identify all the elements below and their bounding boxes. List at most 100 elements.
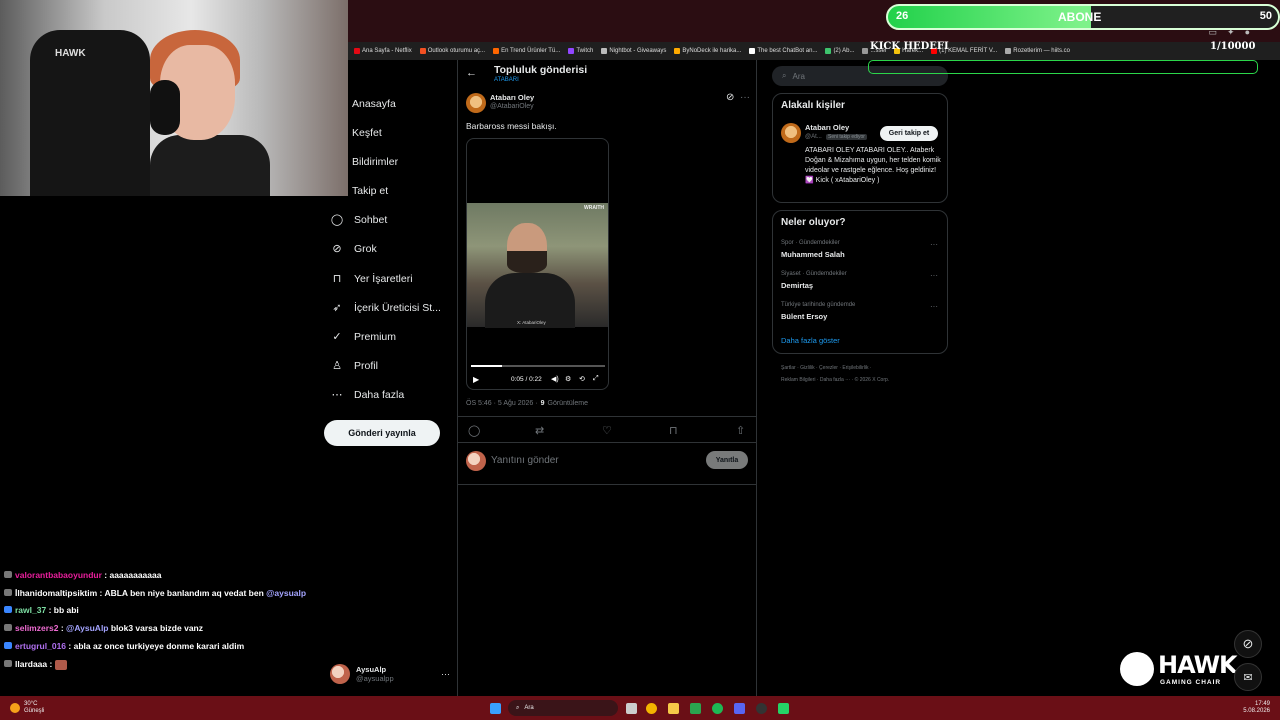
trend-name[interactable]: Bülent Ersoy xyxy=(781,312,827,321)
divider xyxy=(458,442,756,443)
sidebar-item-bookmark[interactable]: ⊓ Yer İşaretleri xyxy=(330,264,413,293)
sidebar-item-label: Keşfet xyxy=(352,126,382,139)
kick-goal-value: 1/10000 xyxy=(1210,41,1256,52)
community-name[interactable]: ATABARI xyxy=(494,77,519,83)
trend-more-icon[interactable]: ··· xyxy=(930,302,938,311)
obs-icon[interactable] xyxy=(756,702,767,714)
retweet-icon[interactable]: ⇄ xyxy=(535,424,544,437)
settings-icon[interactable]: ⚙ xyxy=(565,375,571,383)
reply-icon[interactable]: ◯ xyxy=(468,424,480,437)
chat-username[interactable]: llardaaa xyxy=(15,659,47,669)
volume-icon[interactable]: ◀) xyxy=(551,375,559,383)
bookmark-label: Nightbot - Giveaways xyxy=(609,48,667,54)
bookmark-favicon-icon xyxy=(419,48,426,54)
sub-goal-label: ABONE xyxy=(1058,10,1102,24)
chat-message: ertugrul_016 : abla az once turkiyeye do… xyxy=(4,641,244,651)
sidebar-item-premium[interactable]: ✓ Premium xyxy=(330,322,396,351)
trend-category: Siyaset · Gündemdekiler xyxy=(781,271,847,277)
account-handle: @aysualpp xyxy=(356,674,394,683)
sidebar-item-rocket[interactable]: ➶ İçerik Üreticisi St... xyxy=(330,293,441,322)
home-icon xyxy=(330,97,344,111)
sidebar-item-more[interactable]: ⋯ Daha fazla xyxy=(330,380,405,409)
chat-mention[interactable]: @aysualp xyxy=(266,588,306,598)
bookmark-item[interactable]: Nightbot - Giveaways xyxy=(601,48,666,54)
trend-more-icon[interactable]: ··· xyxy=(930,271,938,280)
chat-username[interactable]: ertugrul_016 xyxy=(15,641,66,651)
sidebar-item-home[interactable]: Anasayfa xyxy=(330,89,396,118)
store-icon[interactable] xyxy=(690,702,701,714)
view-label: Görüntüleme xyxy=(547,400,588,407)
sidebar-item-follow[interactable]: Takip et xyxy=(330,176,388,205)
taskbar-search-label: Ara xyxy=(524,705,534,711)
bookmark-icon: ⊓ xyxy=(332,273,342,285)
grok-icon[interactable]: ⊘ xyxy=(726,92,734,103)
fullscreen-icon[interactable]: ⤢ xyxy=(593,375,599,383)
like-icon[interactable]: ♡ xyxy=(602,424,612,437)
divider xyxy=(458,484,756,485)
clock[interactable]: 17:49 5.08.2026 xyxy=(1243,701,1270,715)
sidebar-item-explore[interactable]: Keşfet xyxy=(330,118,382,147)
trend-name[interactable]: Muhammed Salah xyxy=(781,250,845,259)
chat-username[interactable]: İlhanidomaltipsiktim xyxy=(15,588,97,598)
whatsapp-icon[interactable] xyxy=(778,702,789,714)
trend-name[interactable]: Demirtaş xyxy=(781,281,813,290)
more-options-icon[interactable]: ··· xyxy=(740,92,750,103)
sidebar-item-chat[interactable]: ◯ Sohbet xyxy=(330,205,387,234)
account-more-icon[interactable]: ··· xyxy=(441,669,450,679)
chat-username[interactable]: valorantbabaoyundur xyxy=(15,570,102,580)
related-title: Alakalı kişiler xyxy=(781,100,845,111)
grok-fab-icon[interactable]: ⊘ xyxy=(1234,630,1262,658)
messages-fab-icon[interactable]: ✉ xyxy=(1234,663,1262,691)
bookmark-label: En Trend Ürünler Tü... xyxy=(501,48,561,54)
bookmark-item[interactable]: ByNoDeck ile harika... xyxy=(674,48,741,54)
bookmark-item[interactable]: Rozetlerim — hiits.co xyxy=(1005,48,1070,54)
post-button[interactable]: Gönderi yayınla xyxy=(324,420,440,446)
chrome-icon[interactable] xyxy=(646,702,657,714)
account-switcher[interactable]: AysuAlp @aysualpp ··· xyxy=(330,662,450,686)
video-progress-bar[interactable] xyxy=(471,365,605,367)
bookmark-item[interactable]: (2) Ab... xyxy=(825,48,854,54)
spotify-icon[interactable] xyxy=(712,702,723,714)
bookmark-label: (2) Ab... xyxy=(833,48,855,54)
trend-more-icon[interactable]: ··· xyxy=(930,240,938,249)
bookmark-item[interactable]: Ana Sayfa - Netflix xyxy=(354,48,412,54)
related-name[interactable]: Atabarı Oley xyxy=(805,123,849,132)
chat-mention[interactable]: @AysuAlp xyxy=(66,623,108,633)
sidebar-item-label: Bildirimler xyxy=(352,155,399,168)
bookmark-item[interactable]: Twitch xyxy=(568,48,593,54)
chat-text: bb abi xyxy=(53,605,79,615)
reply-input[interactable]: Yanıtını gönder xyxy=(491,455,559,466)
chat-username[interactable]: rawl_37 xyxy=(15,605,46,615)
sidebar-item-grok[interactable]: ⊘ Grok xyxy=(330,234,376,263)
share-icon[interactable]: ⇧ xyxy=(736,424,745,437)
loop-icon[interactable]: ⟲ xyxy=(579,375,585,383)
weather-widget[interactable]: 30°C Güneşli xyxy=(10,701,44,715)
chat-username[interactable]: selimzers2 xyxy=(15,623,58,633)
task-view-icon[interactable] xyxy=(626,702,637,714)
folder-icon[interactable] xyxy=(668,702,679,714)
footer-links-2[interactable]: Reklam Bilgileri · Daha fazla ··· · © 20… xyxy=(781,377,889,383)
show-more-link[interactable]: Daha fazla göster xyxy=(781,336,840,345)
bookmark-item[interactable]: En Trend Ürünler Tü... xyxy=(493,48,560,54)
taskbar-search[interactable]: ⌕ Ara xyxy=(508,700,618,716)
bookmark-item[interactable]: Outlook oturumu aç... xyxy=(419,48,485,54)
windows-start-icon[interactable] xyxy=(490,702,501,714)
footer-links[interactable]: Şartlar · Gizlilik · Çerezler · Erişileb… xyxy=(781,365,872,371)
video-player[interactable]: WRAITH X: AtabariOley ▶ 0:05 / 0:22 ◀) ⚙… xyxy=(466,138,609,390)
bookmark-icon[interactable]: ⊓ xyxy=(669,424,678,437)
chat-text: abla az once turkiyeye donme karari aldi… xyxy=(73,641,245,651)
bookmark-favicon-icon xyxy=(1005,48,1012,54)
author-avatar[interactable] xyxy=(466,93,486,113)
author-handle[interactable]: @AtabariOley xyxy=(490,103,534,110)
sidebar-item-bell[interactable]: Bildirimler xyxy=(330,147,398,176)
discord-icon[interactable] xyxy=(734,702,745,714)
author-name[interactable]: Atabarı Oley xyxy=(490,93,534,102)
sub-goal-current: 26 xyxy=(896,10,909,22)
back-arrow-icon[interactable]: ← xyxy=(466,67,477,79)
follow-back-button[interactable]: Geri takip et xyxy=(880,126,938,141)
play-icon[interactable]: ▶ xyxy=(473,375,479,384)
reply-button[interactable]: Yanıtla xyxy=(706,451,748,469)
related-avatar[interactable] xyxy=(781,123,801,143)
bookmark-item[interactable]: The best ChatBot an... xyxy=(749,48,817,54)
sidebar-item-profile[interactable]: ♙ Profil xyxy=(330,351,378,380)
